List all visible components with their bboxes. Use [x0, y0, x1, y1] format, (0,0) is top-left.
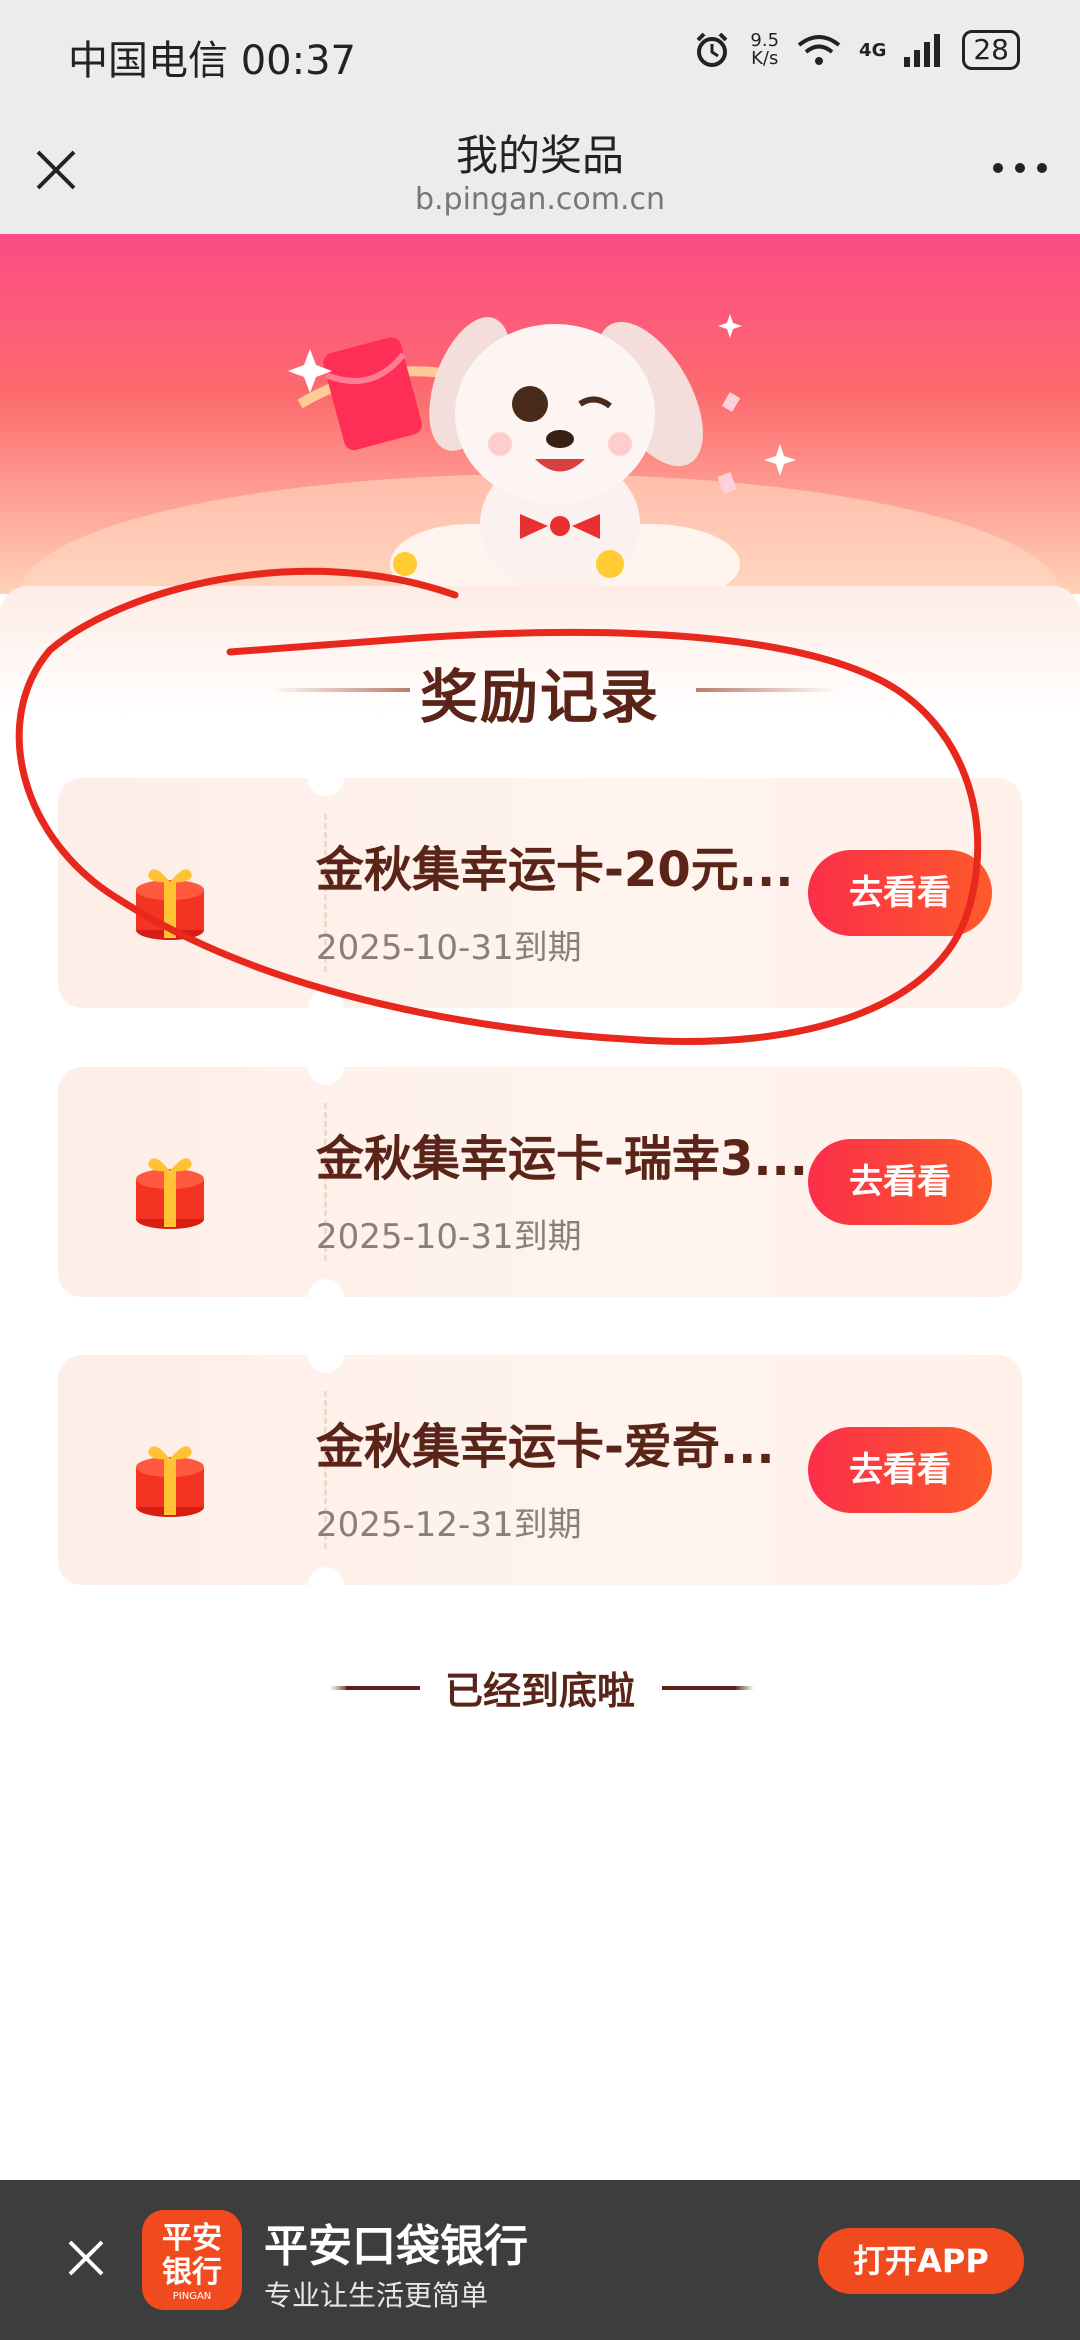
open-app-button[interactable]: 打开APP — [818, 2228, 1024, 2294]
section-divider-right — [696, 688, 836, 692]
app-name: 平安口袋银行 — [264, 2221, 528, 2272]
reward-expiry: 2025-10-31到期 — [316, 928, 582, 968]
network-type: 4G — [859, 39, 887, 61]
app-logo-small-text: PINGAN — [172, 2291, 212, 2302]
wifi-icon — [797, 35, 841, 65]
net-speed: 9.5 K/s — [750, 32, 779, 68]
app-logo-text: 银行 — [162, 2255, 222, 2290]
app-download-banner: 平安 银行 PINGAN 平安口袋银行 专业让生活更简单 打开APP — [0, 2180, 1080, 2340]
ticket-notch — [308, 990, 344, 1026]
reward-card: 金秋集幸运卡-爱奇... 2025-12-31到期 去看看 — [58, 1337, 1022, 1603]
more-icon[interactable] — [990, 158, 1050, 178]
end-line-right — [662, 1686, 736, 1690]
reward-card: 金秋集幸运卡-瑞幸3... 2025-10-31到期 去看看 — [58, 1049, 1022, 1315]
reward-name: 金秋集幸运卡-瑞幸3... — [316, 1131, 809, 1187]
app-logo-text: 平安 — [162, 2221, 222, 2256]
ticket-notch — [308, 1567, 344, 1603]
battery-indicator: 28 — [962, 30, 1020, 70]
hero-banner — [0, 234, 1080, 594]
mascot-illustration — [20, 314, 1060, 594]
ticket-notch — [308, 1049, 344, 1085]
ticket-notch — [308, 1279, 344, 1315]
status-icons: 9.5 K/s 4G 28 — [692, 30, 1020, 70]
title-bar: 我的奖品 b.pingan.com.cn — [0, 100, 1080, 234]
reward-name: 金秋集幸运卡-20元... — [316, 842, 794, 898]
close-banner-icon[interactable] — [62, 2234, 110, 2282]
view-reward-button[interactable]: 去看看 — [808, 850, 992, 936]
app-logo: 平安 银行 PINGAN — [142, 2210, 242, 2310]
end-of-list-note: 已经到底啦 — [444, 1669, 635, 1713]
status-bar: 中国电信 00:37 9.5 K/s 4G 28 — [0, 0, 1080, 100]
gift-box-icon — [136, 1158, 204, 1229]
gift-box-icon — [136, 1446, 204, 1517]
ticket-notch — [308, 1337, 344, 1373]
end-line-fade — [734, 1686, 754, 1690]
net-speed-unit: K/s — [751, 48, 779, 69]
app-slogan: 专业让生活更简单 — [264, 2279, 489, 2312]
page-url: b.pingan.com.cn — [414, 182, 666, 217]
alarm-icon — [696, 32, 728, 67]
carrier-time: 中国电信 00:37 — [68, 38, 356, 84]
page-title: 我的奖品 — [455, 131, 624, 180]
ticket-notch — [308, 760, 344, 796]
signal-icon — [904, 34, 941, 67]
view-reward-button[interactable]: 去看看 — [808, 1427, 992, 1513]
reward-expiry: 2025-10-31到期 — [316, 1217, 582, 1257]
reward-expiry: 2025-12-31到期 — [316, 1505, 582, 1545]
reward-card: 金秋集幸运卡-20元... 2025-10-31到期 去看看 — [58, 760, 1022, 1026]
reward-name: 金秋集幸运卡-爱奇... — [316, 1419, 775, 1475]
section-title: 奖励记录 — [419, 663, 660, 731]
gift-box-icon — [136, 869, 204, 940]
view-reward-button[interactable]: 去看看 — [808, 1139, 992, 1225]
